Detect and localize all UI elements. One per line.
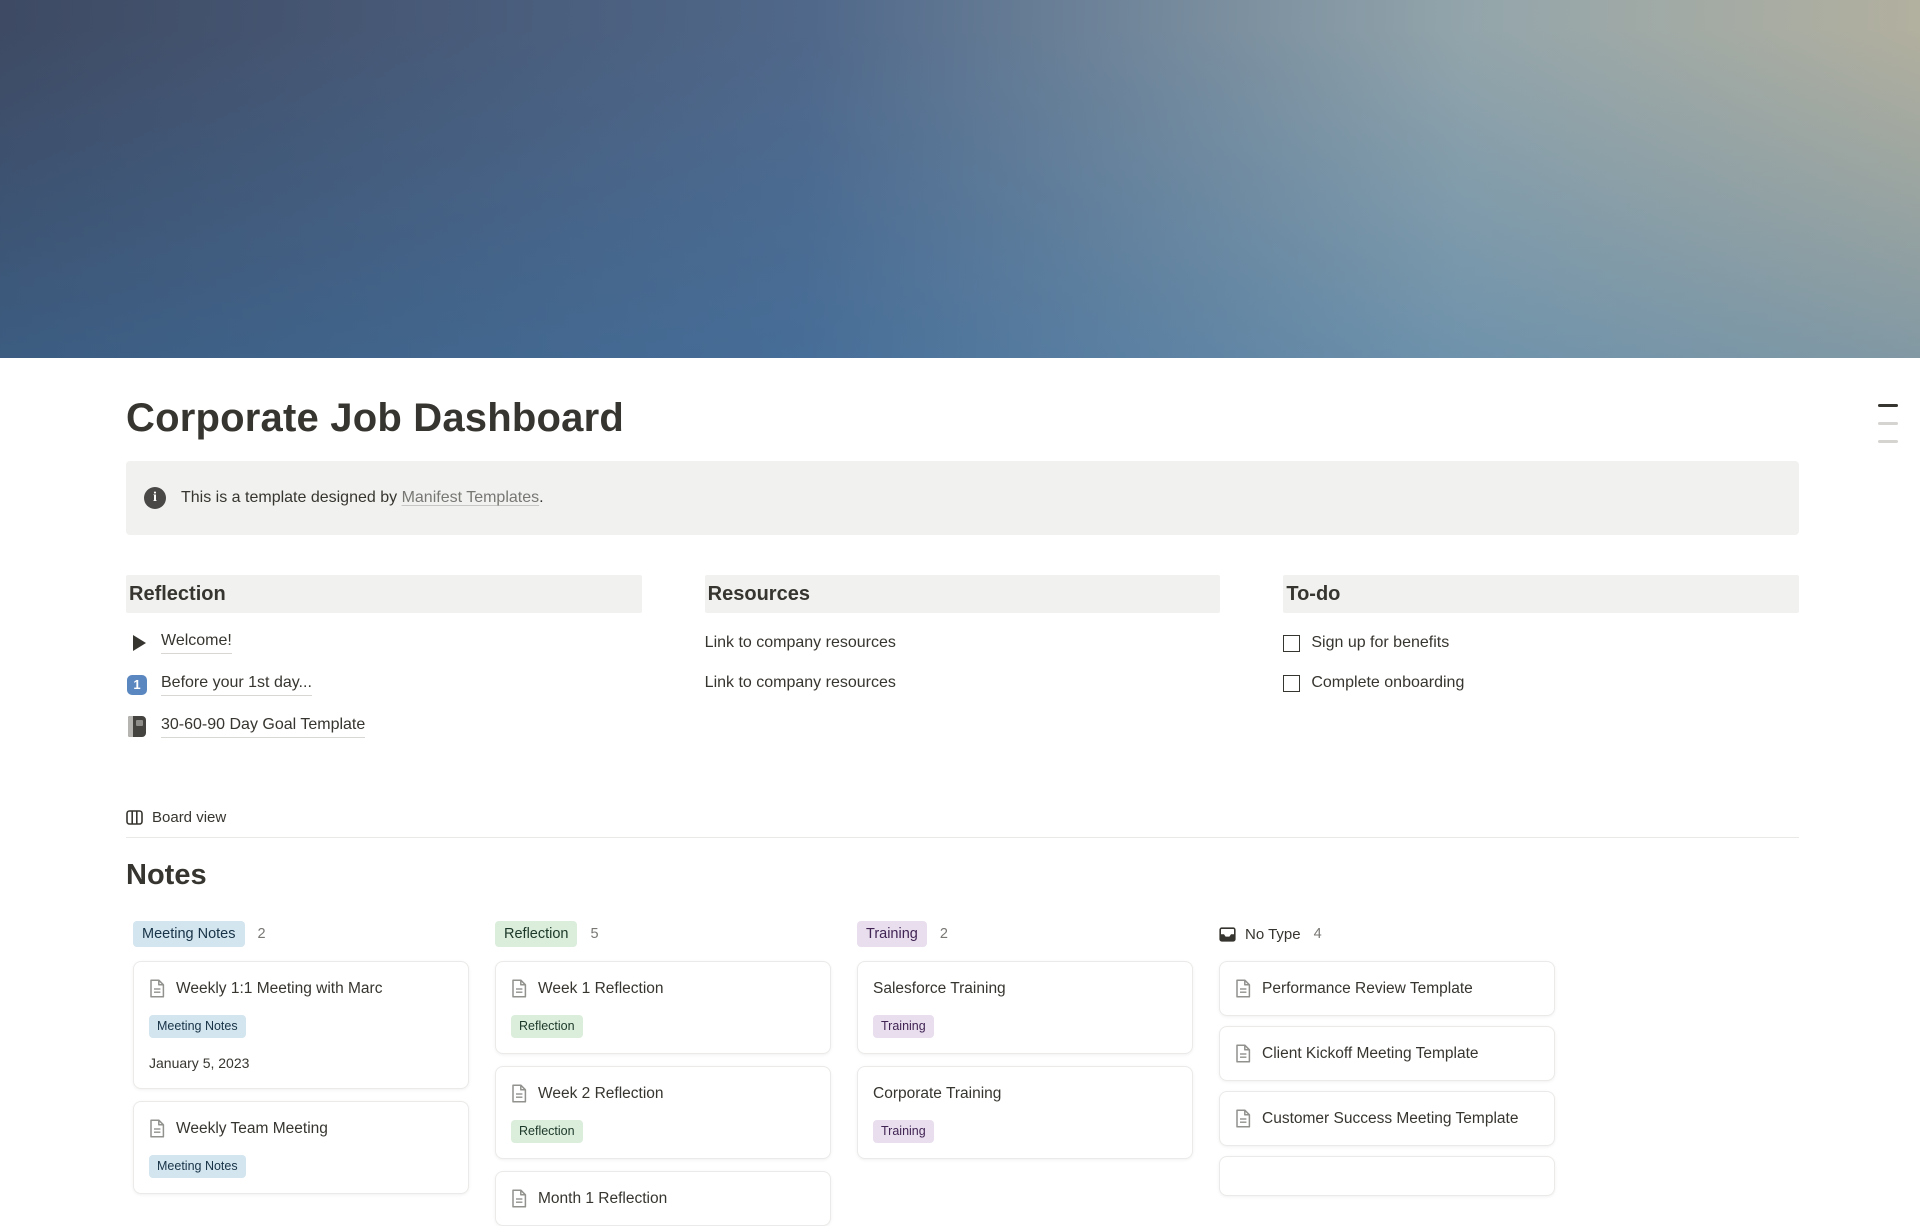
- notebook-emoji-icon: [126, 716, 148, 738]
- tag-meeting-notes: Meeting Notes: [149, 1015, 246, 1038]
- card-title: Performance Review Template: [1262, 977, 1473, 1000]
- page-icon: [511, 1084, 527, 1103]
- group-header-meeting-notes[interactable]: Meeting Notes 2: [133, 921, 469, 947]
- page-title: Corporate Job Dashboard: [126, 394, 1799, 442]
- page-link-30-60-90-template[interactable]: 30-60-90 Day Goal Template: [126, 714, 365, 739]
- page-icon: [149, 1119, 165, 1138]
- callout: i This is a template designed by Manifes…: [126, 461, 1799, 535]
- todo-label: Sign up for benefits: [1311, 634, 1449, 652]
- group-count: 2: [940, 926, 948, 942]
- manifest-templates-link[interactable]: Manifest Templates: [402, 489, 540, 506]
- group-pill: Meeting Notes: [133, 921, 245, 947]
- card-week-2-reflection[interactable]: Week 2 Reflection Reflection: [495, 1066, 831, 1159]
- page-icon: [149, 979, 165, 998]
- inbox-icon: [1219, 926, 1236, 943]
- card-title: Weekly 1:1 Meeting with Marc: [176, 977, 382, 1000]
- card-title: Customer Success Meeting Template: [1262, 1107, 1518, 1130]
- page-link-welcome[interactable]: Welcome!: [126, 630, 232, 655]
- table-of-contents[interactable]: [1878, 404, 1898, 443]
- card-partial[interactable]: [1219, 1156, 1555, 1196]
- group-no-type: No Type 4 Performance Review Template: [1219, 921, 1555, 1226]
- card-weekly-team-meeting[interactable]: Weekly Team Meeting Meeting Notes: [133, 1101, 469, 1194]
- group-count: 2: [258, 926, 266, 942]
- group-header-training[interactable]: Training 2: [857, 921, 1193, 947]
- page-icon: [1235, 979, 1251, 998]
- card-date: January 5, 2023: [149, 1054, 453, 1073]
- card-salesforce-training[interactable]: Salesforce Training Training: [857, 961, 1193, 1054]
- cover-image: [0, 0, 1920, 358]
- group-reflection: Reflection 5 Week 1 Reflection Ref: [495, 921, 831, 1226]
- group-meeting-notes: Meeting Notes 2 Weekly 1:1 Meeting with …: [133, 921, 469, 1226]
- card-client-kickoff-template[interactable]: Client Kickoff Meeting Template: [1219, 1026, 1555, 1081]
- resources-heading: Resources: [705, 575, 1221, 613]
- info-icon-glyph: i: [153, 490, 157, 506]
- group-count: 5: [590, 926, 598, 942]
- group-training: Training 2 Salesforce Training Training …: [857, 921, 1193, 1226]
- tag-training: Training: [873, 1015, 934, 1038]
- page-link-label: Before your 1st day...: [161, 674, 312, 696]
- card-customer-success-template[interactable]: Customer Success Meeting Template: [1219, 1091, 1555, 1146]
- toc-bar-active: [1878, 404, 1898, 407]
- card-title: Client Kickoff Meeting Template: [1262, 1042, 1479, 1065]
- checkbox-unchecked[interactable]: [1283, 635, 1300, 652]
- tag-training: Training: [873, 1120, 934, 1143]
- todo-heading: To-do: [1283, 575, 1799, 613]
- callout-text: This is a template designed by Manifest …: [181, 489, 544, 507]
- toc-bar: [1878, 422, 1898, 425]
- play-emoji-icon: [126, 632, 148, 654]
- page-icon: [511, 979, 527, 998]
- column-resources: Resources Link to company resources Link…: [705, 575, 1221, 739]
- column-todo: To-do Sign up for benefits Complete onbo…: [1283, 575, 1799, 739]
- reflection-heading: Reflection: [126, 575, 642, 613]
- page-link-label: 30-60-90 Day Goal Template: [161, 716, 365, 738]
- group-header-no-type[interactable]: No Type 4: [1219, 921, 1555, 947]
- board-view-tab[interactable]: Board view: [126, 809, 1799, 838]
- info-icon: i: [144, 487, 166, 509]
- page-content: Corporate Job Dashboard i This is a temp…: [126, 394, 1799, 1226]
- group-count: 4: [1314, 926, 1322, 942]
- card-corporate-training[interactable]: Corporate Training Training: [857, 1066, 1193, 1159]
- resource-link-text: Link to company resources: [705, 631, 1221, 655]
- group-pill: Training: [857, 921, 927, 947]
- todo-item-onboarding: Complete onboarding: [1283, 671, 1799, 695]
- card-title: Week 2 Reflection: [538, 1082, 664, 1105]
- board-view-icon: [126, 809, 143, 826]
- columns-section: Reflection Welcome! 1 Before your 1st da…: [126, 575, 1799, 739]
- card-title: Corporate Training: [873, 1082, 1001, 1105]
- card-title: Salesforce Training: [873, 977, 1006, 1000]
- card-weekly-11-meeting[interactable]: Weekly 1:1 Meeting with Marc Meeting Not…: [133, 961, 469, 1089]
- kanban-board: Meeting Notes 2 Weekly 1:1 Meeting with …: [133, 921, 1799, 1226]
- page-link-label: Welcome!: [161, 632, 232, 654]
- card-title: Weekly Team Meeting: [176, 1117, 328, 1140]
- tag-reflection: Reflection: [511, 1015, 583, 1038]
- page-icon: [1235, 1109, 1251, 1128]
- database-title: Notes: [126, 859, 1799, 892]
- todo-label: Complete onboarding: [1311, 674, 1464, 692]
- board-view-label: Board view: [152, 809, 226, 826]
- resource-link-text: Link to company resources: [705, 671, 1221, 695]
- one-keycap-emoji-icon: 1: [126, 674, 148, 696]
- group-pill: Reflection: [495, 921, 577, 947]
- card-performance-review-template[interactable]: Performance Review Template: [1219, 961, 1555, 1016]
- page-icon: [1235, 1044, 1251, 1063]
- callout-text-before: This is a template designed by: [181, 489, 402, 506]
- todo-item-benefits: Sign up for benefits: [1283, 631, 1799, 655]
- toc-bar: [1878, 440, 1898, 443]
- card-week-1-reflection[interactable]: Week 1 Reflection Reflection: [495, 961, 831, 1054]
- card-title: Week 1 Reflection: [538, 977, 664, 1000]
- tag-reflection: Reflection: [511, 1120, 583, 1143]
- column-reflection: Reflection Welcome! 1 Before your 1st da…: [126, 575, 642, 739]
- tag-meeting-notes: Meeting Notes: [149, 1155, 246, 1178]
- group-header-reflection[interactable]: Reflection 5: [495, 921, 831, 947]
- callout-text-after: .: [539, 489, 543, 506]
- group-name: No Type: [1245, 926, 1301, 943]
- checkbox-unchecked[interactable]: [1283, 675, 1300, 692]
- page-link-before-your-1st-day[interactable]: 1 Before your 1st day...: [126, 672, 312, 697]
